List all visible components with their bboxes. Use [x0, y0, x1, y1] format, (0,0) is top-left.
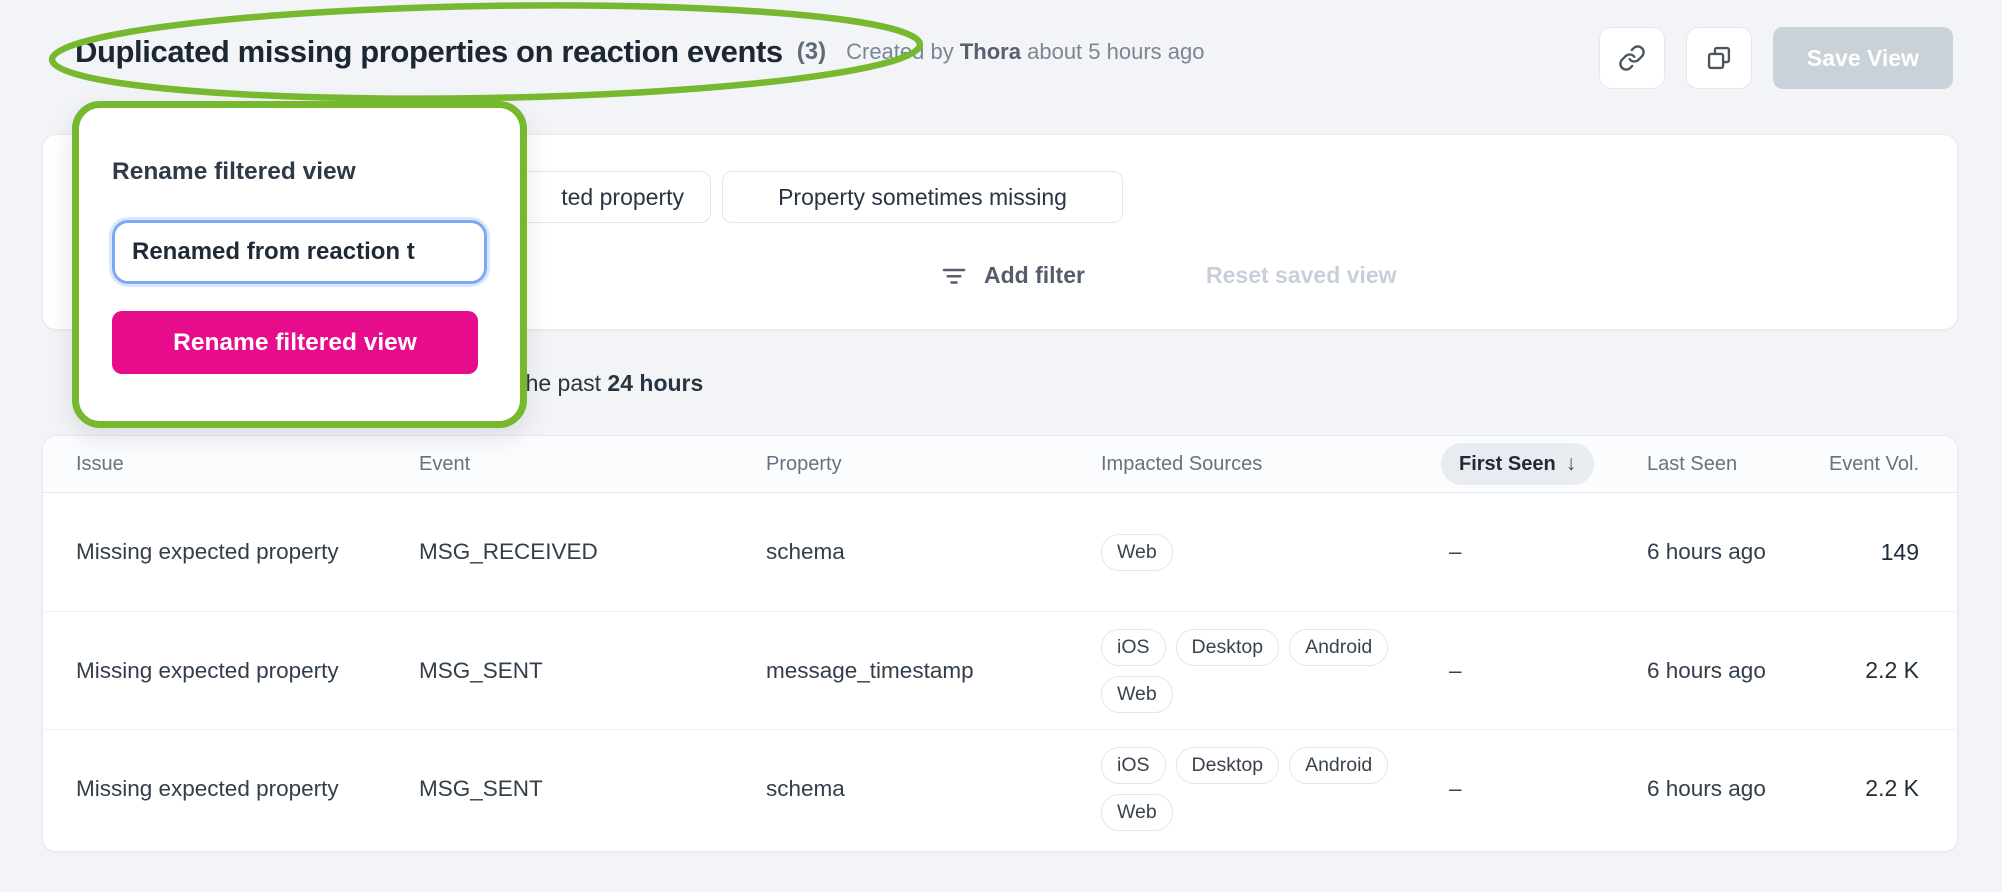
popup-title: Rename filtered view — [112, 158, 487, 186]
close-icon[interactable]: ✕ — [552, 263, 572, 287]
property-cell: message_timestamp — [766, 658, 1101, 684]
issue-cell: Missing expected property — [76, 539, 419, 565]
issue-cell: Missing expected property — [76, 658, 419, 684]
table-header-row: Issue Event Property Impacted Sources Fi… — [43, 436, 1957, 493]
table-body: Missing expected property MSG_RECEIVED s… — [43, 493, 1957, 847]
filter-chip-value: msg — [763, 262, 805, 287]
source-pill: iOS — [1101, 747, 1166, 784]
event-vol-cell: 149 — [1827, 539, 1957, 566]
last-seen-cell: 6 hours ago — [1647, 658, 1827, 684]
event-cell: MSG_RECEIVED — [419, 539, 766, 565]
event-cell: MSG_SENT — [419, 776, 766, 802]
last-seen-cell: 6 hours ago — [1647, 539, 1827, 565]
source-pill: Android — [1289, 747, 1388, 784]
save-view-button[interactable]: Save View — [1773, 27, 1953, 89]
column-header-event-vol[interactable]: Event Vol. — [1827, 453, 1957, 476]
table-row[interactable]: Missing expected property MSG_SENT schem… — [43, 729, 1957, 847]
add-filter-button[interactable]: Add filter — [939, 249, 1085, 301]
event-vol-cell: 2.2 K — [1827, 657, 1957, 684]
column-header-last-seen[interactable]: Last Seen — [1647, 453, 1827, 476]
column-header-issue[interactable]: Issue — [76, 453, 419, 476]
property-cell: schema — [766, 776, 1101, 802]
event-vol-cell: 2.2 K — [1827, 775, 1957, 802]
column-header-impacted-sources[interactable]: Impacted Sources — [1101, 453, 1441, 476]
issues-summary-text: n the past 24 hours — [500, 370, 703, 397]
filter-chip-event-name[interactable]: Event Name: msg ✕ — [602, 249, 920, 301]
page-title: Duplicated missing properties on reactio… — [75, 34, 783, 70]
property-cell: schema — [766, 539, 1101, 565]
reset-saved-view-button[interactable]: Reset saved view — [1206, 249, 1397, 301]
first-seen-cell: – — [1441, 776, 1647, 802]
issue-count-badge: (3) — [797, 38, 826, 66]
first-seen-cell: – — [1441, 539, 1647, 565]
issues-table: Issue Event Property Impacted Sources Fi… — [42, 435, 1958, 852]
copy-link-button[interactable] — [1599, 27, 1665, 89]
link-icon — [1618, 44, 1646, 72]
view-name-input[interactable] — [112, 220, 487, 284]
last-seen-cell: 6 hours ago — [1647, 776, 1827, 802]
duplicate-view-button[interactable] — [1686, 27, 1752, 89]
page-header: Duplicated missing properties on reactio… — [75, 0, 1204, 104]
author-name: Thora — [960, 39, 1021, 64]
rename-filtered-view-button[interactable]: Rename filtered view — [112, 311, 478, 374]
table-row[interactable]: Missing expected property MSG_SENT messa… — [43, 611, 1957, 729]
source-pill: Desktop — [1176, 747, 1280, 784]
source-pill: Web — [1101, 794, 1173, 831]
rename-filtered-view-popup: Rename filtered view Rename filtered vie… — [72, 101, 527, 428]
event-cell: MSG_SENT — [419, 658, 766, 684]
source-pill: Desktop — [1176, 629, 1280, 666]
sort-descending-icon: ↓ — [1566, 452, 1577, 476]
impacted-sources-cell: iOS DesktopAndroid Web — [1101, 615, 1441, 727]
source-pill: iOS — [1101, 629, 1166, 666]
header-actions: Save View — [1599, 27, 1953, 89]
table-row[interactable]: Missing expected property MSG_RECEIVED s… — [43, 493, 1957, 611]
issue-type-tab-property-sometimes-missing[interactable]: Property sometimes missing — [722, 171, 1123, 223]
filter-lines-icon — [939, 260, 969, 290]
column-header-property[interactable]: Property — [766, 453, 1101, 476]
impacted-sources-cell: iOS DesktopAndroid Web — [1101, 733, 1441, 845]
issue-cell: Missing expected property — [76, 776, 419, 802]
column-header-event[interactable]: Event — [419, 453, 766, 476]
created-by-text: Created by Thora about 5 hours ago — [846, 39, 1204, 65]
first-seen-cell: – — [1441, 658, 1647, 684]
source-pill: Web — [1101, 676, 1173, 713]
copy-icon — [1705, 44, 1733, 72]
impacted-sources-cell: Web — [1101, 520, 1441, 585]
source-pill: Web — [1101, 534, 1173, 571]
close-icon[interactable]: ✕ — [878, 263, 898, 287]
column-header-first-seen-sorted[interactable]: First Seen ↓ — [1441, 443, 1594, 485]
source-pill: Android — [1289, 629, 1388, 666]
